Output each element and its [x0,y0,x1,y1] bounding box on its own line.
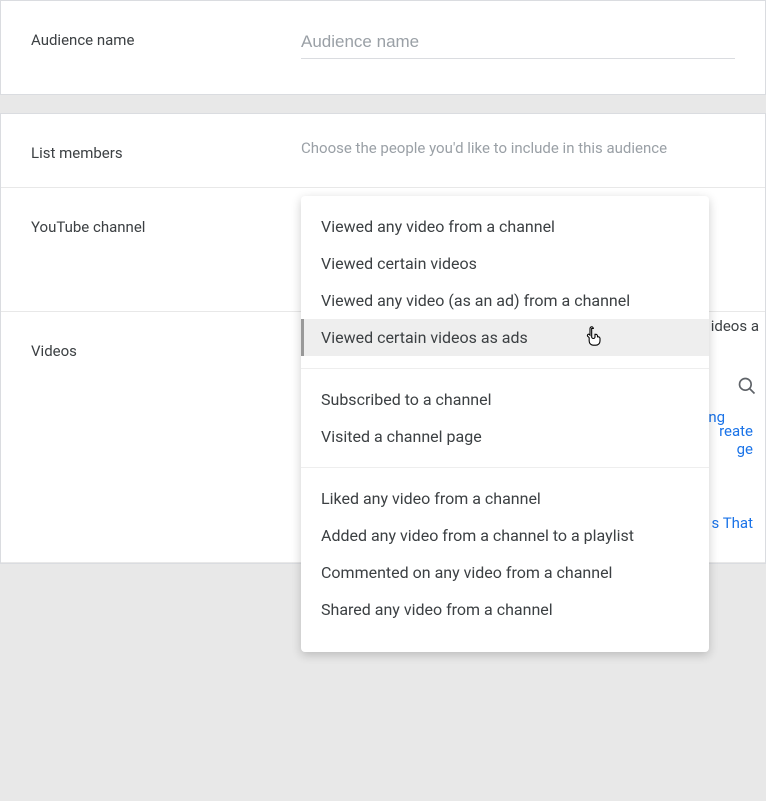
list-members-dropdown[interactable]: Viewed any video from a channel Viewed c… [301,196,709,652]
list-members-label: List members [31,139,301,162]
menu-item-subscribed[interactable]: Subscribed to a channel [301,381,709,418]
audience-name-label: Audience name [31,26,301,49]
menu-group-engagement: Liked any video from a channel Added any… [301,467,709,640]
link-peek-1[interactable]: reate ge [719,422,753,458]
menu-item-liked[interactable]: Liked any video from a channel [301,480,709,517]
videos-label: Videos [31,337,301,360]
youtube-channel-label: YouTube channel [31,213,301,236]
videos-helper-peek: ideos a [711,317,759,335]
menu-item-added-playlist[interactable]: Added any video from a channel to a play… [301,517,709,554]
menu-item-viewed-certain-ads[interactable]: Viewed certain videos as ads [301,319,709,356]
cursor-icon [585,325,605,352]
menu-item-commented[interactable]: Commented on any video from a channel [301,554,709,591]
menu-group-viewed: Viewed any video from a channel Viewed c… [301,196,709,368]
menu-item-viewed-any[interactable]: Viewed any video from a channel [301,208,709,245]
list-members-section: List members Choose the people you'd lik… [1,114,765,188]
menu-item-visited[interactable]: Visited a channel page [301,418,709,455]
menu-item-viewed-any-ad[interactable]: Viewed any video (as an ad) from a chann… [301,282,709,319]
audience-name-card: Audience name [0,0,766,95]
menu-group-channel: Subscribed to a channel Visited a channe… [301,368,709,467]
menu-item-shared[interactable]: Shared any video from a channel [301,591,709,628]
audience-name-input[interactable] [301,26,735,59]
link-peek-2[interactable]: s That [712,514,753,532]
list-members-helper: Choose the people you'd like to include … [301,139,667,157]
menu-item-viewed-certain[interactable]: Viewed certain videos [301,245,709,282]
search-icon[interactable] [737,376,757,400]
